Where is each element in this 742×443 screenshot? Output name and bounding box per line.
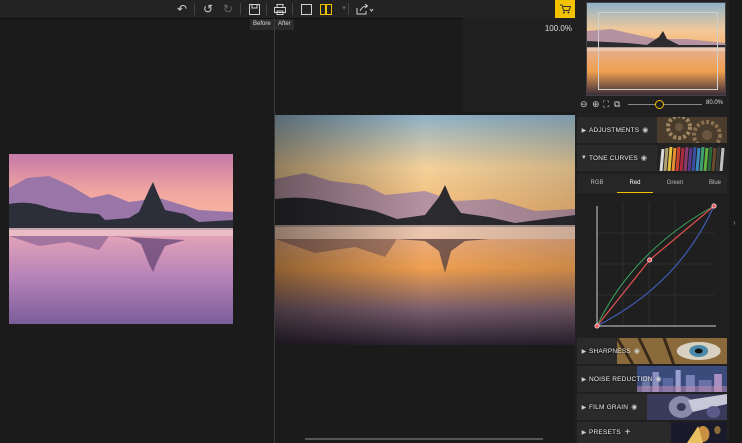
zoom-readout: 100.0%	[544, 24, 572, 33]
navigator-zoom-track[interactable]	[628, 104, 702, 105]
chevron-right-icon: ▶	[581, 348, 587, 355]
collapse-panel-chevron-icon[interactable]: ›	[733, 218, 736, 227]
navigator-zoom-value: 80.0%	[706, 100, 724, 106]
visibility-eye-icon[interactable]: ◉	[642, 126, 648, 134]
section-sharpness[interactable]: ▶ SHARPNESS ◉	[577, 338, 727, 364]
section-tone-curves[interactable]: ▼ TONE CURVES ◉	[577, 145, 727, 171]
tone-curves-pencils-thumbnail	[657, 145, 727, 171]
chevron-right-icon: ▶	[581, 127, 587, 134]
actual-size-icon[interactable]: ⧉	[614, 98, 624, 110]
curve-control-point[interactable]	[594, 323, 600, 329]
toolbar-separator	[194, 3, 195, 15]
redo-icon[interactable]: ↻	[220, 1, 236, 17]
share-icon[interactable]	[354, 1, 376, 17]
cart-icon[interactable]	[555, 0, 575, 18]
toolbar-separator	[348, 3, 349, 15]
visibility-eye-icon[interactable]: ◉	[634, 347, 640, 355]
chevron-right-icon: ▶	[581, 404, 587, 411]
before-label: Before	[250, 19, 274, 30]
undo-icon[interactable]: ↺	[200, 1, 216, 17]
before-photo[interactable]	[9, 154, 233, 324]
curve-control-point[interactable]	[647, 257, 653, 263]
navigator-viewport-frame[interactable]	[598, 12, 718, 90]
visibility-eye-icon[interactable]: ◉	[631, 403, 637, 411]
curve-channel-tabs: RGB Red Green Blue	[577, 174, 727, 193]
chevron-right-icon: ▶	[581, 376, 587, 383]
section-presets[interactable]: ▶ PRESETS +	[577, 422, 727, 443]
section-label: NOISE REDUCTION	[589, 375, 653, 383]
save-icon[interactable]	[246, 1, 262, 17]
navigator-zoom-knob[interactable]	[655, 100, 665, 109]
chevron-right-icon: ▶	[581, 430, 587, 436]
zoom-out-icon[interactable]: ⊖	[580, 98, 590, 110]
toolbar-separator	[292, 3, 293, 15]
section-label: FILM GRAIN	[589, 403, 629, 411]
tone-curve-editor[interactable]	[588, 198, 720, 332]
toolbar-separator	[266, 3, 267, 15]
adjustments-gears-thumbnail	[657, 117, 727, 143]
split-view-icon[interactable]	[318, 1, 334, 17]
visibility-eye-icon[interactable]: ◉	[641, 154, 647, 162]
after-label: After	[275, 19, 294, 30]
section-label: TONE CURVES	[589, 154, 638, 162]
print-icon[interactable]	[272, 1, 288, 17]
presets-thumbnail	[671, 422, 727, 443]
tab-red[interactable]: Red	[617, 174, 653, 193]
toolbar-separator	[240, 3, 241, 15]
tab-blue[interactable]: Blue	[697, 174, 733, 193]
section-label: SHARPNESS	[589, 347, 631, 355]
section-noise-reduction[interactable]: ▶ NOISE REDUCTION ◉	[577, 366, 727, 392]
after-photo[interactable]	[275, 115, 575, 345]
section-label: PRESETS	[589, 429, 621, 436]
tab-green[interactable]: Green	[657, 174, 693, 193]
add-preset-icon[interactable]: +	[625, 427, 631, 438]
single-view-icon[interactable]	[298, 1, 314, 17]
view-mode-chevron-icon[interactable]: ▾	[336, 1, 352, 17]
undo-history-icon[interactable]: ↶	[174, 1, 190, 17]
chevron-down-icon: ▼	[580, 155, 588, 161]
film-grain-film-thumbnail	[647, 394, 727, 420]
visibility-eye-icon[interactable]: ◉	[656, 375, 662, 383]
section-adjustments[interactable]: ▶ ADJUSTMENTS ◉	[577, 117, 727, 143]
section-film-grain[interactable]: ▶ FILM GRAIN ◉	[577, 394, 727, 420]
tab-rgb[interactable]: RGB	[579, 174, 615, 193]
zoom-in-icon[interactable]: ⊕	[592, 98, 602, 110]
fit-to-screen-icon[interactable]: ⛶	[603, 98, 613, 110]
curve-control-point[interactable]	[711, 203, 717, 209]
section-label: ADJUSTMENTS	[589, 126, 640, 134]
horizontal-scrollbar[interactable]	[305, 438, 543, 440]
